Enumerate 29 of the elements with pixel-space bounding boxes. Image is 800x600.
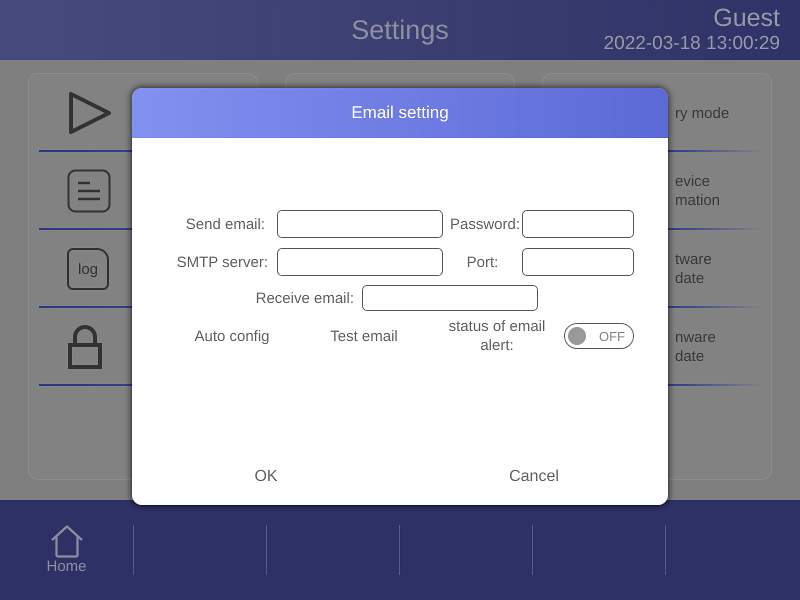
document-icon (67, 169, 111, 213)
play-icon (67, 90, 113, 136)
input-field[interactable] (277, 210, 443, 238)
menu-label[interactable]: tware date (675, 250, 712, 288)
menu-label[interactable]: ry mode (675, 104, 730, 122)
field-label: Port: (466, 254, 500, 270)
page-title: Settings (351, 14, 449, 46)
lock-icon (67, 325, 103, 369)
field-label: SMTP server: (176, 254, 269, 270)
menu-label[interactable]: evice mation (675, 172, 720, 210)
menu-label[interactable]: nware date (675, 328, 716, 366)
input-field[interactable] (522, 210, 634, 238)
log-file-icon: log (67, 248, 109, 290)
date-time: 2022-03-18 13:00:29 (604, 34, 780, 53)
dialog-title: Email setting (132, 88, 668, 138)
user-name: Guest (713, 6, 780, 31)
home-button[interactable]: Home (0, 525, 133, 575)
input-field[interactable] (522, 248, 634, 276)
field-label: Receive email: (254, 290, 355, 306)
cancel-button[interactable]: Cancel (400, 453, 668, 501)
test-email-link[interactable]: Test email (314, 328, 414, 344)
toggle-switch[interactable]: OFF (564, 323, 634, 349)
field-label: status of email alert: (448, 317, 546, 355)
input-field[interactable] (277, 248, 443, 276)
input-field[interactable] (362, 285, 538, 311)
field-label: Send email: (184, 216, 266, 232)
ok-button[interactable]: OK (132, 453, 400, 501)
auto-config-link[interactable]: Auto config (150, 328, 314, 344)
field-label: Password: (448, 216, 521, 232)
